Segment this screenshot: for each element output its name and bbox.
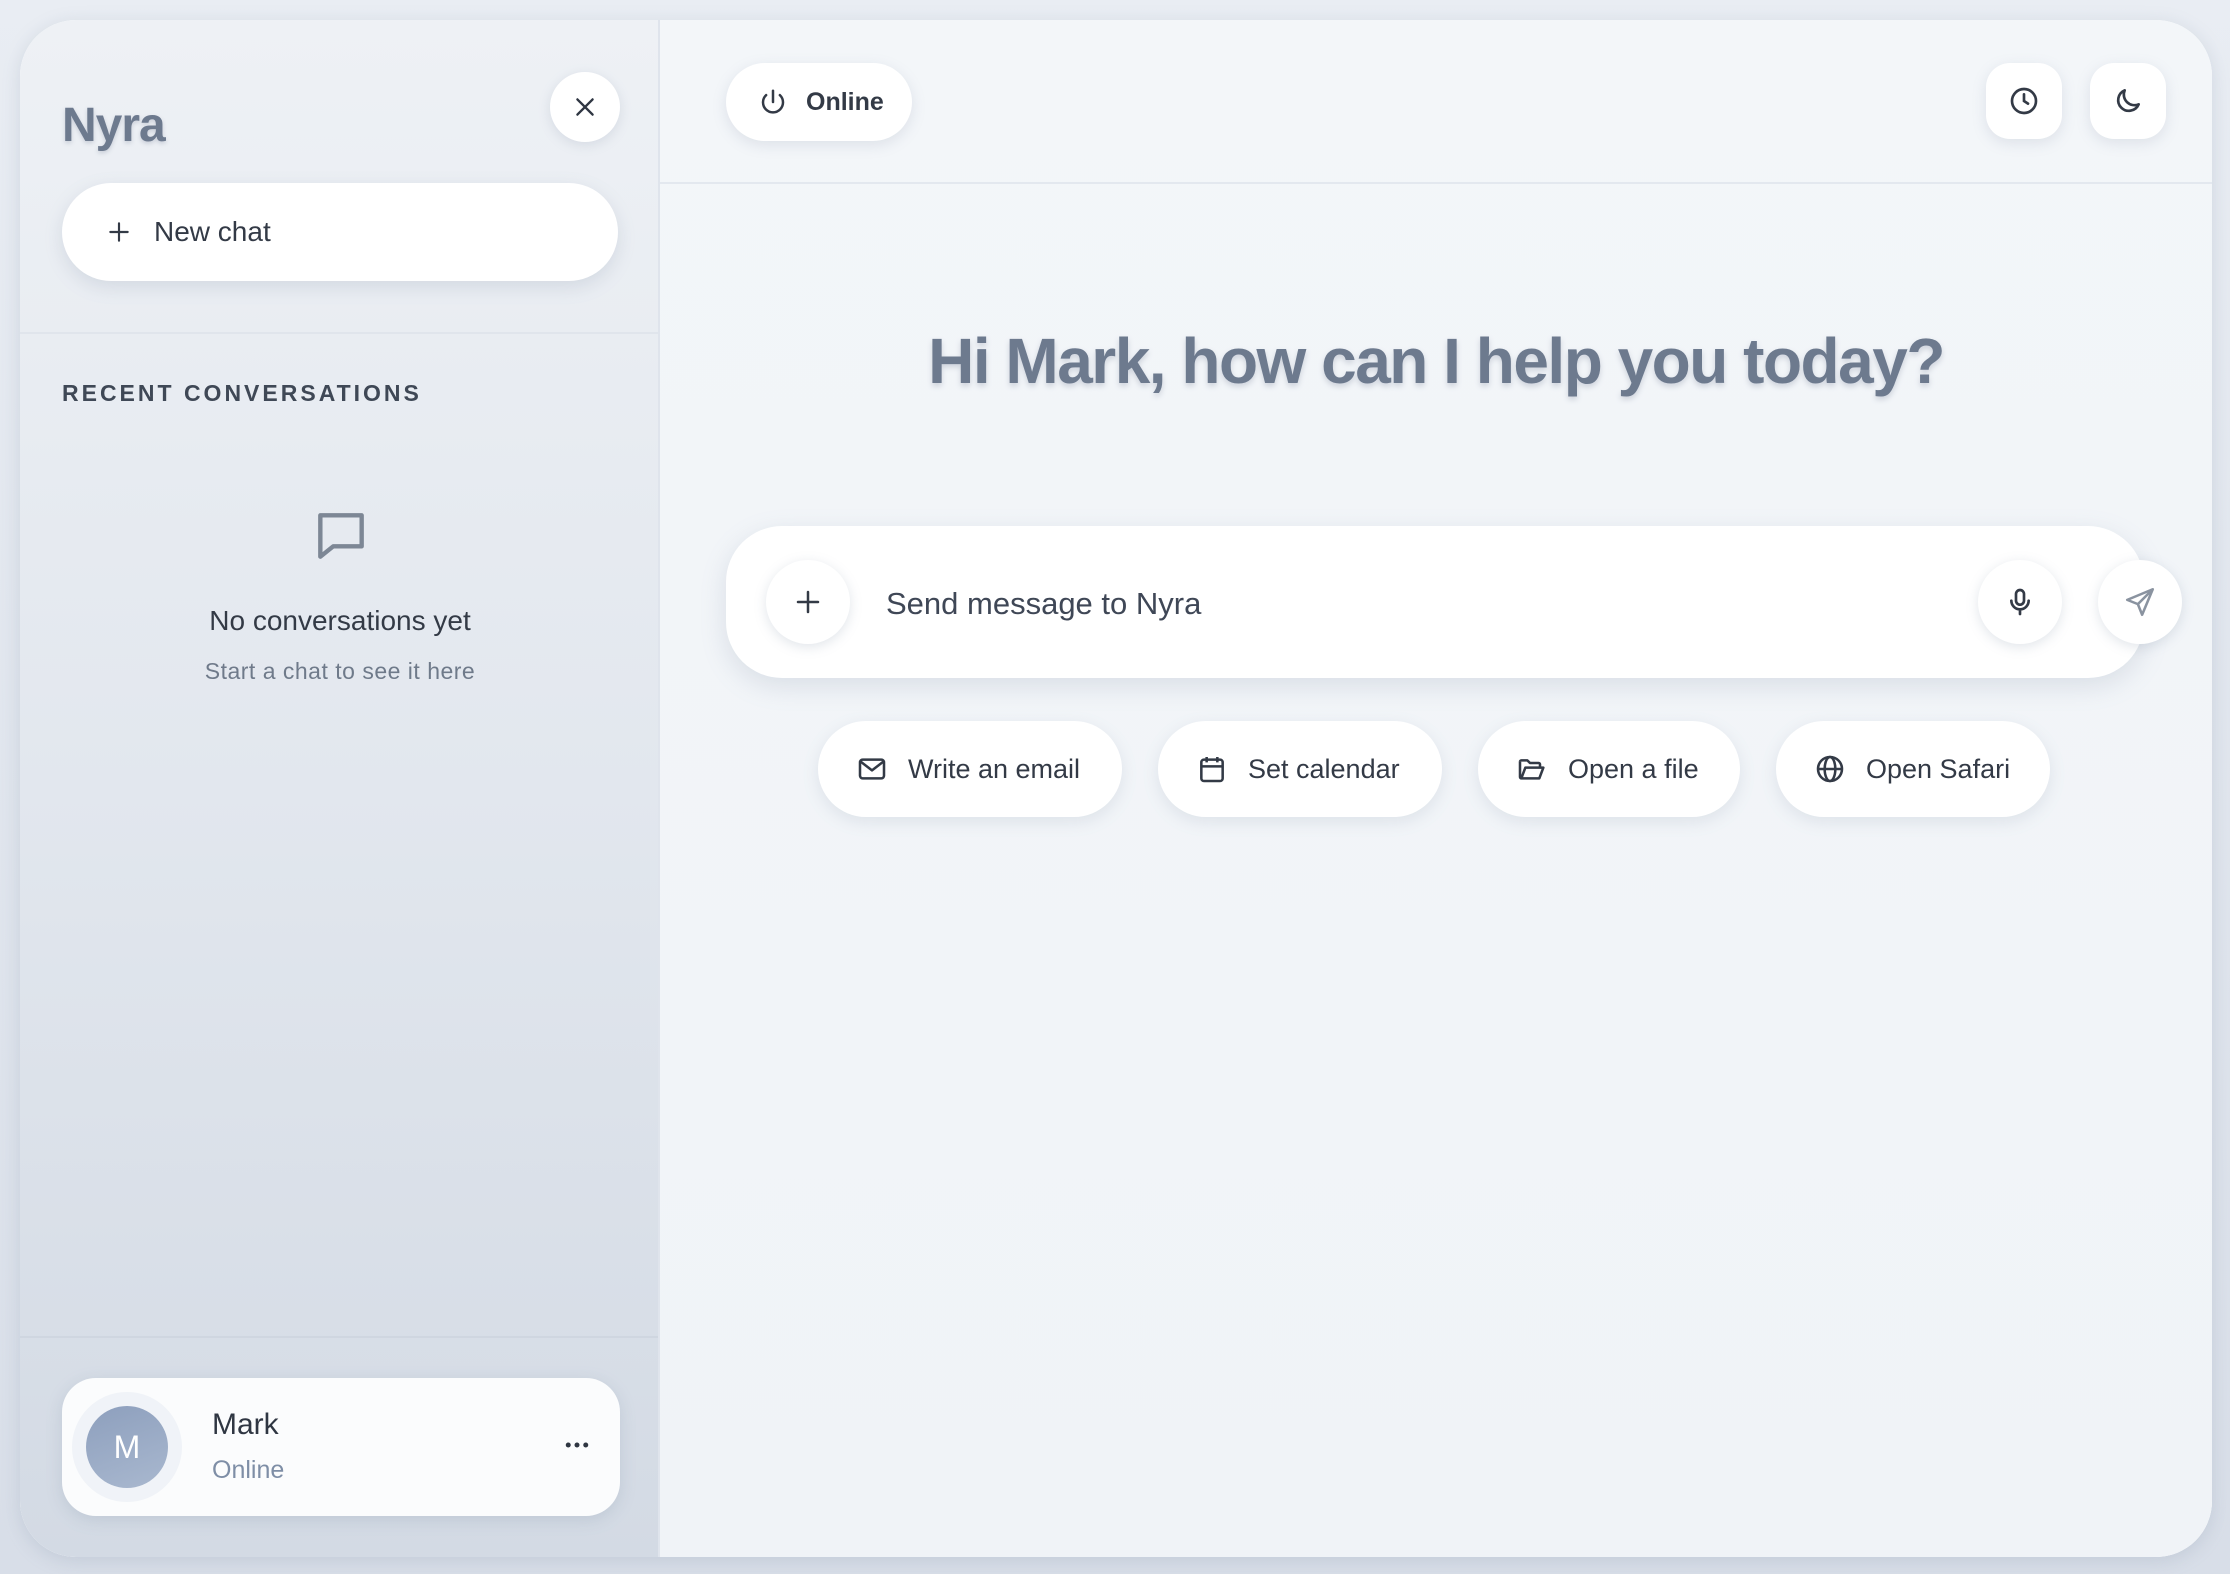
greeting-heading: Hi Mark, how can I help you today? — [928, 325, 1945, 397]
clock-icon — [2010, 87, 2038, 115]
more-options-icon[interactable] — [562, 1430, 592, 1460]
empty-state-title: No conversations yet — [209, 605, 471, 636]
theme-toggle-button[interactable] — [2090, 63, 2166, 139]
suggestion-label: Set calendar — [1248, 753, 1400, 784]
plus-icon — [109, 222, 129, 242]
send-icon — [2125, 587, 2155, 617]
close-icon — [576, 98, 594, 116]
voice-input-button[interactable] — [1978, 560, 2062, 644]
chat-bubble-icon — [318, 513, 364, 559]
close-sidebar-button[interactable] — [550, 72, 620, 142]
user-status: Online — [212, 1456, 285, 1484]
sidebar-footer-divider — [20, 1336, 658, 1338]
connection-status-label: Online — [806, 87, 884, 116]
new-chat-button[interactable]: New chat — [62, 183, 618, 281]
history-button[interactable] — [1986, 63, 2062, 139]
user-profile-card[interactable]: M Mark Online — [62, 1378, 620, 1516]
sidebar: Nyra New chat RECENT CONVERSATIONS No co… — [20, 20, 660, 1557]
calendar-icon — [1200, 757, 1224, 783]
new-chat-label: New chat — [154, 216, 271, 247]
suggestion-open-safari[interactable]: Open Safari — [1776, 721, 2050, 817]
recent-conversations-heading: RECENT CONVERSATIONS — [62, 380, 422, 406]
attach-button[interactable] — [766, 560, 850, 644]
user-name: Mark — [212, 1408, 279, 1441]
mail-icon — [858, 758, 886, 780]
suggestion-label: Open a file — [1568, 753, 1699, 784]
avatar: M — [86, 1406, 168, 1488]
empty-state-subtitle: Start a chat to see it here — [204, 658, 476, 684]
plus-icon — [796, 590, 820, 614]
power-icon — [761, 89, 785, 114]
connection-status-button[interactable]: Online — [726, 63, 912, 141]
sidebar-divider — [20, 332, 658, 334]
globe-icon — [1816, 755, 1844, 783]
topbar-divider — [660, 182, 2212, 184]
app-brand: Nyra — [62, 99, 166, 152]
suggestion-set-calendar[interactable]: Set calendar — [1158, 721, 1442, 817]
suggestion-label: Write an email — [908, 753, 1081, 784]
moon-icon — [2116, 89, 2140, 113]
main-panel: Online Hi Mark, how can I help you today… — [660, 20, 2212, 1557]
message-input[interactable] — [886, 576, 1886, 632]
suggestion-write-email[interactable]: Write an email — [818, 721, 1122, 817]
microphone-icon — [2010, 588, 2030, 616]
message-composer — [726, 526, 2182, 678]
suggestion-label: Open Safari — [1866, 753, 2011, 784]
app-window: Nyra New chat RECENT CONVERSATIONS No co… — [20, 20, 2212, 1557]
send-button[interactable] — [2098, 560, 2182, 644]
suggestion-open-file[interactable]: Open a file — [1478, 721, 1740, 817]
folder-icon — [1518, 759, 1545, 780]
